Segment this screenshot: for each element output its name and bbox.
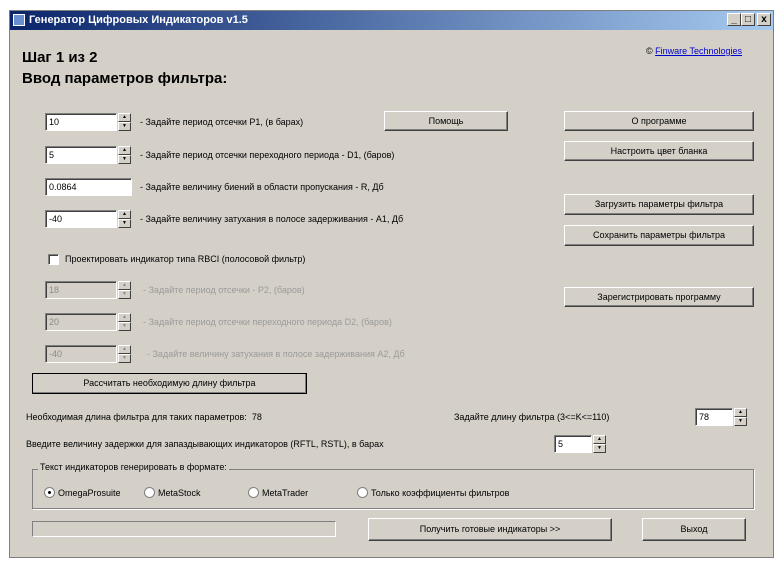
a2-spinner[interactable]: ▲ ▼: [118, 345, 131, 363]
progress-bar: [32, 521, 336, 537]
exit-button[interactable]: Выход: [642, 518, 746, 541]
p1-spinner[interactable]: ▲ ▼: [118, 113, 131, 131]
spin-up-icon[interactable]: ▲: [734, 408, 747, 417]
r-label: - Задайте величину биений в области проп…: [140, 182, 384, 192]
delay-input[interactable]: 5: [554, 435, 592, 453]
p2-label: - Задайте период отсечки - P2, (баров): [143, 285, 305, 295]
spin-down-icon[interactable]: ▼: [118, 290, 131, 299]
required-length-text: Необходимая длина фильтра для таких пара…: [26, 412, 247, 422]
a2-label: - Задайте величину затухания в полосе за…: [147, 349, 405, 359]
d1-label: - Задайте период отсечки переходного пер…: [140, 150, 395, 160]
p2-input[interactable]: 18: [45, 281, 117, 299]
register-button[interactable]: Зарегистрировать программу: [564, 287, 754, 307]
required-length-label: Необходимая длина фильтра для таких пара…: [26, 412, 262, 422]
a2-input[interactable]: -40: [45, 345, 117, 363]
d1-input[interactable]: 5: [45, 146, 117, 164]
copyright-link[interactable]: Finware Technologies: [655, 46, 742, 56]
help-button[interactable]: Помощь: [384, 111, 508, 131]
a1-input[interactable]: -40: [45, 210, 117, 228]
spin-up-icon[interactable]: ▲: [118, 345, 131, 354]
spin-up-icon[interactable]: ▲: [118, 281, 131, 290]
color-button[interactable]: Настроить цвет бланка: [564, 141, 754, 161]
format-group-title: Текст индикаторов генерировать в формате…: [38, 462, 229, 472]
spin-up-icon[interactable]: ▲: [118, 113, 131, 122]
spin-up-icon[interactable]: ▲: [118, 210, 131, 219]
delay-label: Введите величину задержки для запаздываю…: [26, 439, 384, 449]
about-button[interactable]: О программе: [564, 111, 754, 131]
radio-metatrader[interactable]: [248, 487, 259, 498]
get-indicators-button[interactable]: Получить готовые индикаторы >>: [368, 518, 612, 541]
a1-spinner[interactable]: ▲ ▼: [118, 210, 131, 228]
a1-label: - Задайте величину затухания в полосе за…: [140, 214, 404, 224]
step-label: Шаг 1 из 2: [22, 49, 98, 66]
radio-metastock-label[interactable]: MetaStock: [158, 488, 201, 498]
radio-coefficients-only-label[interactable]: Только коэффициенты фильтров: [371, 488, 509, 498]
rbci-checkbox[interactable]: [48, 254, 59, 265]
spin-down-icon[interactable]: ▼: [118, 354, 131, 363]
d2-spinner[interactable]: ▲ ▼: [118, 313, 131, 331]
r-input[interactable]: 0.0864: [45, 178, 132, 196]
calc-length-button[interactable]: Рассчитать необходимую длину фильтра: [32, 373, 307, 394]
set-length-label: Задайте длину фильтра (3<=K<=110): [454, 412, 610, 422]
spin-down-icon[interactable]: ▼: [118, 322, 131, 331]
filter-length-input[interactable]: 78: [695, 408, 733, 426]
load-params-button[interactable]: Загрузить параметры фильтра: [564, 194, 754, 215]
minimize-button[interactable]: _: [727, 13, 741, 26]
main-window: Генератор Цифровых Индикаторов v1.5 _ □ …: [9, 10, 774, 558]
d2-input[interactable]: 20: [45, 313, 117, 331]
window-title: Генератор Цифровых Индикаторов v1.5: [29, 14, 248, 26]
filter-length-spinner[interactable]: ▲ ▼: [734, 408, 747, 426]
d1-spinner[interactable]: ▲ ▼: [118, 146, 131, 164]
radio-omegaprosuite[interactable]: [44, 487, 55, 498]
title-bar[interactable]: Генератор Цифровых Индикаторов v1.5 _ □ …: [10, 11, 773, 30]
spin-down-icon[interactable]: ▼: [593, 444, 606, 453]
rbci-checkbox-label[interactable]: Проектировать индикатор типа RBCI (полос…: [65, 254, 305, 264]
spin-down-icon[interactable]: ▼: [118, 155, 131, 164]
spin-down-icon[interactable]: ▼: [118, 219, 131, 228]
spin-up-icon[interactable]: ▲: [118, 146, 131, 155]
radio-metatrader-label[interactable]: MetaTrader: [262, 488, 308, 498]
save-params-button[interactable]: Сохранить параметры фильтра: [564, 225, 754, 246]
spin-down-icon[interactable]: ▼: [734, 417, 747, 426]
spin-down-icon[interactable]: ▼: [118, 122, 131, 131]
maximize-button[interactable]: □: [741, 13, 755, 26]
close-button[interactable]: x: [757, 13, 771, 26]
p2-spinner[interactable]: ▲ ▼: [118, 281, 131, 299]
required-length-value: 78: [251, 412, 262, 422]
delay-spinner[interactable]: ▲ ▼: [593, 435, 606, 453]
p1-input[interactable]: 10: [45, 113, 117, 131]
app-icon: [13, 14, 25, 26]
radio-metastock[interactable]: [144, 487, 155, 498]
copyright: © Finware Technologies: [646, 46, 742, 56]
radio-coefficients-only[interactable]: [357, 487, 368, 498]
d2-label: - Задайте период отсечки переходного пер…: [143, 317, 392, 327]
spin-up-icon[interactable]: ▲: [593, 435, 606, 444]
p1-label: - Задайте период отсечки P1, (в барах): [140, 117, 304, 127]
spin-up-icon[interactable]: ▲: [118, 313, 131, 322]
page-title: Ввод параметров фильтра:: [22, 70, 228, 87]
radio-omegaprosuite-label[interactable]: OmegaProsuite: [58, 488, 121, 498]
copyright-symbol: ©: [646, 46, 653, 56]
